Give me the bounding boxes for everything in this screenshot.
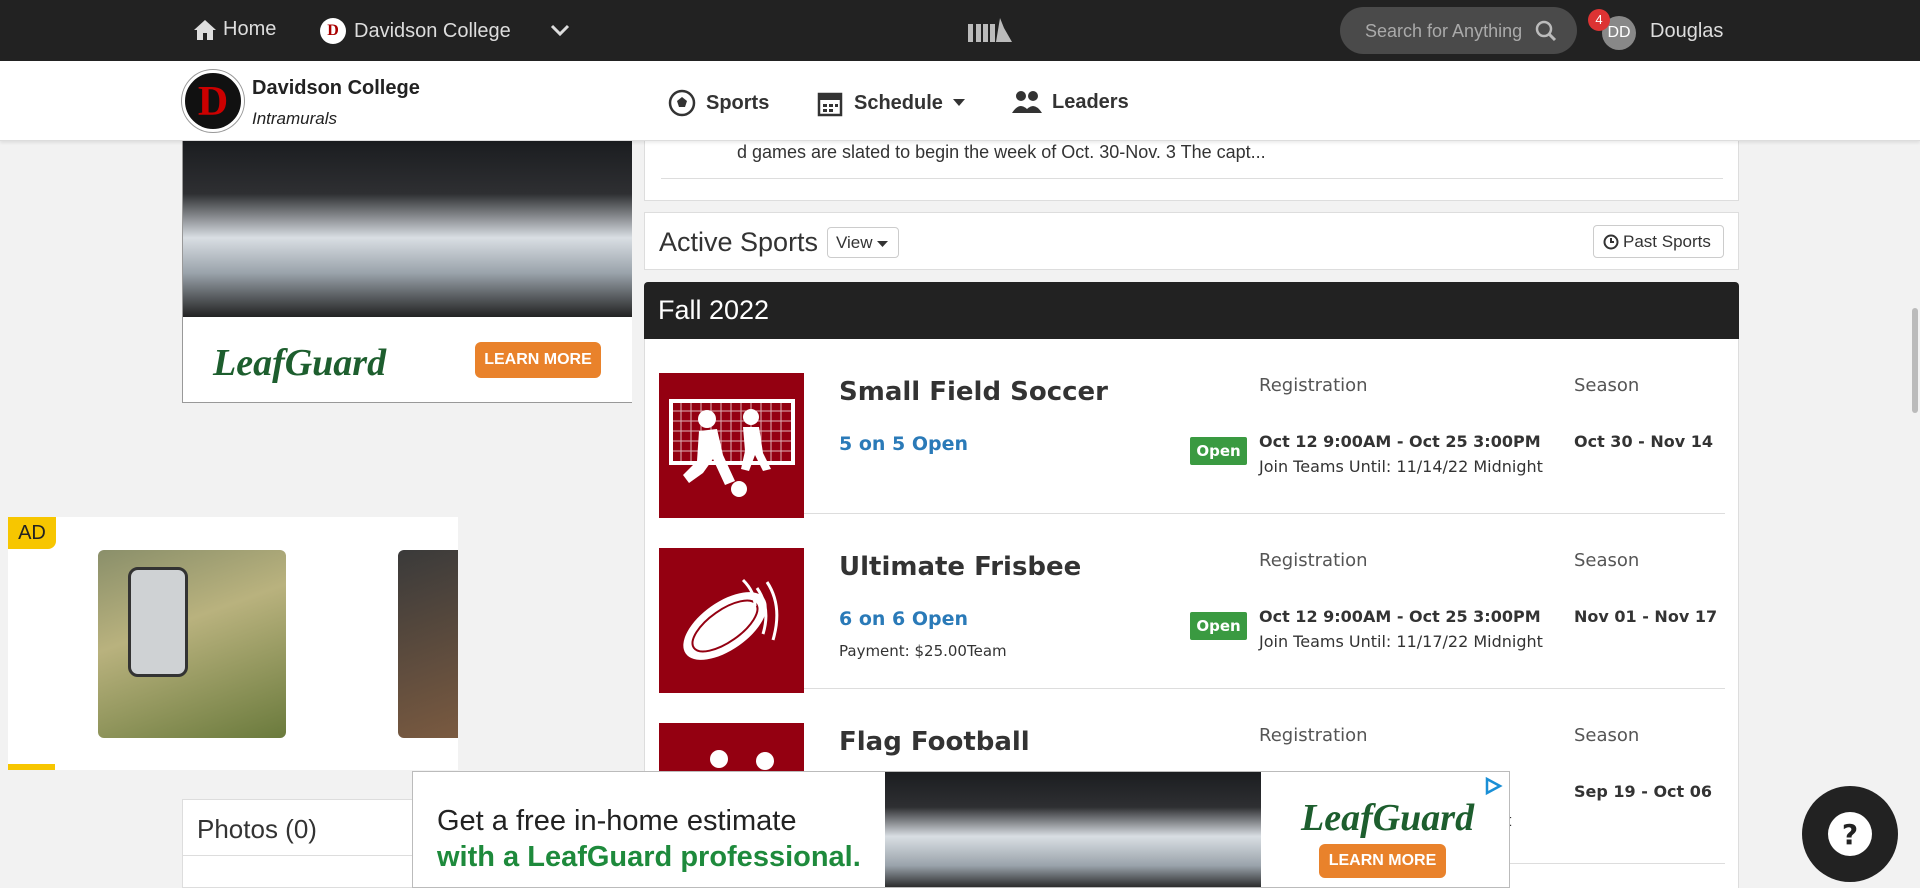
past-sports-label: Past Sports — [1623, 232, 1711, 251]
news-excerpt[interactable]: d games are slated to begin the week of … — [737, 142, 1266, 163]
ad-progress-bar — [8, 764, 55, 770]
registration-dates: Oct 12 9:00AM - Oct 25 3:00PM — [1259, 607, 1541, 626]
scrollbar-thumb[interactable] — [1912, 308, 1918, 413]
leafguard-footer-ad[interactable]: Get a free in-home estimate with a LeafG… — [412, 771, 1510, 888]
nav-schedule-label: Schedule — [854, 91, 943, 114]
org-name[interactable]: Davidson College — [252, 77, 420, 100]
caret-down-icon — [877, 241, 889, 247]
active-sports-header: Active Sports View Past Sports — [644, 212, 1739, 270]
season-header: Fall 2022 — [644, 282, 1739, 339]
view-label: View — [836, 233, 873, 252]
season-dates: Nov 01 - Nov 17 — [1574, 607, 1718, 626]
ad-photo-phone[interactable] — [98, 550, 286, 738]
past-sports-button[interactable]: Past Sports — [1593, 225, 1724, 258]
home-link[interactable]: Home — [193, 18, 276, 41]
division-link[interactable]: 6 on 6 Open — [839, 608, 968, 630]
join-deadline: Join Teams Until: 11/17/22 Midnight — [1259, 632, 1543, 651]
view-dropdown[interactable]: View — [827, 227, 899, 258]
divider — [661, 178, 1723, 179]
help-button[interactable]: ? — [1802, 786, 1898, 882]
frisbee-icon[interactable] — [659, 548, 804, 693]
season-title: Fall 2022 — [658, 295, 770, 325]
nav-leaders[interactable]: Leaders — [1012, 89, 1129, 115]
home-icon — [194, 19, 216, 40]
nav-sports[interactable]: Sports — [668, 89, 769, 117]
season-label: Season — [1574, 375, 1640, 396]
imleagues-logo-icon[interactable] — [968, 16, 1012, 44]
soccer-ball-icon — [668, 89, 696, 117]
adchoices-icon[interactable] — [1483, 776, 1503, 796]
season-label: Season — [1574, 550, 1640, 571]
site-header: D Davidson College Intramurals Sports Sc… — [0, 61, 1920, 141]
learn-more-button[interactable]: LEARN MORE — [475, 342, 601, 378]
org-subtitle: Intramurals — [252, 109, 338, 128]
active-sports-title: Active Sports — [659, 227, 819, 257]
school-logo-icon: D — [320, 18, 346, 44]
side-image-ad[interactable]: AD — [8, 517, 458, 770]
leafguard-banner-ad[interactable]: LeafGuard LEARN MORE — [182, 141, 632, 403]
photos-title: Photos (0) — [197, 814, 317, 844]
users-icon — [1012, 91, 1042, 113]
list-item: Ultimate Frisbee 6 on 6 Open Payment: $2… — [659, 514, 1725, 693]
ad-brand: LeafGuard — [213, 342, 387, 384]
join-deadline: Join Teams Until: 11/14/22 Midnight — [1259, 457, 1543, 476]
sport-name[interactable]: Flag Football — [839, 727, 1030, 757]
learn-more-button[interactable]: LEARN MORE — [1319, 844, 1446, 878]
season-dates: Sep 19 - Oct 06 — [1574, 782, 1713, 801]
top-navbar: Home D Davidson College Search for Anyth… — [0, 0, 1920, 61]
clock-icon — [1603, 234, 1619, 250]
division-link[interactable]: 5 on 5 Open — [839, 433, 968, 455]
registration-label: Registration — [1259, 725, 1368, 746]
search-input[interactable]: Search for Anything — [1340, 7, 1577, 54]
divider — [183, 855, 433, 856]
ad-headline: Get a free in-home estimate — [437, 805, 797, 837]
ad-label: AD — [8, 517, 56, 549]
season-label: Season — [1574, 725, 1640, 746]
nav-schedule[interactable]: Schedule — [816, 89, 965, 117]
college-logo[interactable]: D — [182, 70, 244, 132]
ad-subheadline: with a LeafGuard professional. — [437, 841, 861, 873]
svg-text:?: ? — [1842, 818, 1858, 851]
registration-label: Registration — [1259, 550, 1368, 571]
question-icon: ? — [1828, 812, 1872, 856]
payment-info: Payment: $25.00Team — [839, 642, 1007, 660]
season-dates: Oct 30 - Nov 14 — [1574, 432, 1713, 451]
gutter-image — [183, 141, 632, 317]
notification-badge[interactable]: 4 — [1588, 9, 1610, 31]
registration-dates: Oct 12 9:00AM - Oct 25 3:00PM — [1259, 432, 1541, 451]
ad-brand: LeafGuard — [1301, 797, 1475, 839]
search-placeholder: Search for Anything — [1365, 21, 1523, 41]
caret-down-icon — [952, 99, 965, 106]
school-switcher[interactable]: D Davidson College — [320, 18, 511, 44]
phone-image — [128, 567, 188, 677]
sport-name[interactable]: Small Field Soccer — [839, 377, 1108, 407]
soccer-icon[interactable] — [659, 373, 804, 518]
calendar-icon — [817, 92, 843, 117]
gutter-image — [885, 772, 1261, 887]
list-item: Small Field Soccer 5 on 5 Open Open Regi… — [659, 339, 1725, 518]
status-badge: Open — [1190, 437, 1247, 465]
nav-leaders-label: Leaders — [1052, 90, 1129, 113]
sport-name[interactable]: Ultimate Frisbee — [839, 552, 1081, 582]
registration-label: Registration — [1259, 375, 1368, 396]
school-label: Davidson College — [354, 19, 511, 42]
nav-sports-label: Sports — [706, 91, 770, 114]
search-icon[interactable] — [1535, 20, 1557, 42]
chevron-down-icon[interactable] — [548, 18, 572, 42]
home-label: Home — [223, 18, 277, 40]
user-name[interactable]: Douglas — [1650, 20, 1723, 43]
ad-photo-person[interactable] — [398, 550, 458, 738]
photos-panel: Photos (0) — [182, 799, 433, 888]
news-card: d games are slated to begin the week of … — [644, 141, 1739, 201]
status-badge: Open — [1190, 612, 1247, 640]
